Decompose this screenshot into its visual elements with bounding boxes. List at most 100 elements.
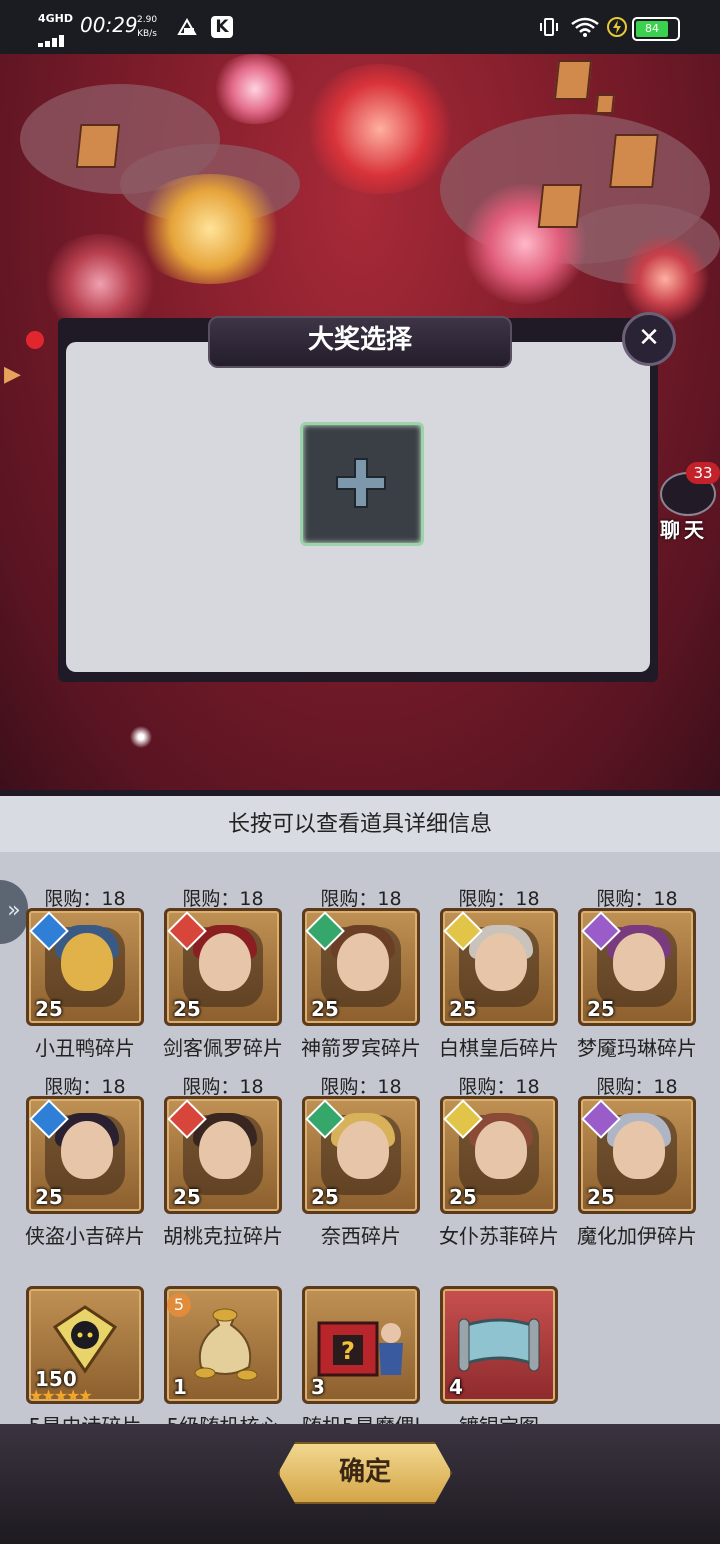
notification-dot bbox=[26, 331, 44, 349]
item-card: 25 bbox=[302, 908, 420, 1026]
robin-portrait bbox=[337, 933, 389, 991]
item-card: ? 3 bbox=[302, 1286, 420, 1404]
item-walnut-kela-shard[interactable]: 限购：18 25 胡桃克拉碎片 bbox=[158, 1072, 288, 1249]
item-card: 25 bbox=[578, 1096, 696, 1214]
modal-title: 大奖选择 bbox=[208, 316, 512, 368]
item-card: 25 bbox=[440, 1096, 558, 1214]
item-name: 魔化加伊碎片 bbox=[577, 1224, 697, 1248]
item-card: 25 bbox=[164, 1096, 282, 1214]
naixi-portrait bbox=[337, 1121, 389, 1179]
add-prize-slot[interactable] bbox=[300, 422, 424, 546]
status-bar: 4GHD 00:29 2.90 KB/s K 84 bbox=[0, 0, 720, 54]
signal-icon bbox=[38, 28, 72, 47]
item-count: 25 bbox=[449, 997, 477, 1021]
item-card: 5 1 bbox=[164, 1286, 282, 1404]
item-count: 1 bbox=[173, 1375, 187, 1399]
item-name: 小丑鸭碎片 bbox=[35, 1036, 135, 1060]
purchase-limit: 限购：18 bbox=[44, 1076, 126, 1098]
mystery-box-icon: ? bbox=[317, 1321, 403, 1377]
charging-icon bbox=[607, 17, 627, 37]
gai-portrait bbox=[613, 1121, 665, 1179]
firework bbox=[210, 54, 300, 124]
marlin-portrait bbox=[613, 933, 665, 991]
svg-text:?: ? bbox=[341, 1337, 355, 1365]
expand-arrow-icon[interactable]: ▶ bbox=[4, 362, 21, 387]
cat-portrait bbox=[199, 933, 251, 991]
item-maid-sophie-shard[interactable]: 限购：18 25 女仆苏菲碎片 bbox=[434, 1072, 564, 1249]
item-archer-robin-shard[interactable]: 限购：18 25 神箭罗宾碎片 bbox=[296, 884, 426, 1061]
item-silver-treasure-map[interactable]: 4 镀银宝图 bbox=[434, 1286, 564, 1439]
item-count: 25 bbox=[173, 997, 201, 1021]
item-count: 25 bbox=[587, 997, 615, 1021]
purchase-limit: 限购：18 bbox=[44, 888, 126, 910]
item-count: 25 bbox=[173, 1185, 201, 1209]
item-swordsman-pero-shard[interactable]: 限购：18 25 剑客佩罗碎片 bbox=[158, 884, 288, 1061]
item-name: 女仆苏菲碎片 bbox=[439, 1224, 559, 1248]
item-level5-random-core[interactable]: 5 1 5级随机核心 bbox=[158, 1286, 288, 1439]
item-count: 4 bbox=[449, 1375, 463, 1399]
wifi-icon bbox=[571, 17, 599, 37]
sky-lantern bbox=[594, 94, 616, 114]
panel-hint: 长按可以查看道具详细信息 bbox=[0, 796, 720, 852]
item-count: 25 bbox=[35, 997, 63, 1021]
sky-lantern bbox=[609, 134, 659, 188]
purchase-limit: 限购：18 bbox=[596, 888, 678, 910]
item-count: 25 bbox=[449, 1185, 477, 1209]
item-name: 侠盗小吉碎片 bbox=[25, 1224, 145, 1248]
item-card: 25 bbox=[302, 1096, 420, 1214]
item-name: 梦魇玛琳碎片 bbox=[577, 1036, 697, 1060]
item-card: 25 bbox=[164, 908, 282, 1026]
coin-bag-icon bbox=[194, 1308, 258, 1381]
network-indicator: 4GHD bbox=[38, 12, 74, 25]
item-count: 3 bbox=[311, 1375, 325, 1399]
star-rating: ★★★★★ bbox=[29, 1386, 93, 1405]
scroll-map-icon bbox=[458, 1318, 540, 1372]
chat-button[interactable]: 33 聊天 bbox=[658, 462, 720, 542]
purchase-limit: 限购：18 bbox=[458, 888, 540, 910]
battery-level: 84 bbox=[636, 21, 668, 37]
sky-lantern bbox=[553, 60, 593, 100]
item-count: 25 bbox=[35, 1185, 63, 1209]
item-name: 白棋皇后碎片 bbox=[439, 1036, 559, 1060]
item-card: 25 bbox=[578, 908, 696, 1026]
item-random-5star-puppet[interactable]: ? 3 随机5星魔偶l bbox=[296, 1286, 426, 1439]
purchase-limit: 限购：18 bbox=[596, 1076, 678, 1098]
purchase-limit: 限购：18 bbox=[458, 1076, 540, 1098]
purchase-limit: 限购：18 bbox=[182, 1076, 264, 1098]
item-name: 剑客佩罗碎片 bbox=[163, 1036, 283, 1060]
item-card: 25 bbox=[26, 908, 144, 1026]
sky-lantern bbox=[75, 124, 121, 168]
item-name: 神箭罗宾碎片 bbox=[301, 1036, 421, 1060]
purchase-limit: 限购：18 bbox=[320, 1076, 402, 1098]
item-5star-epic-shard[interactable]: 150 ★★★★★ 5星史诗碎片 bbox=[20, 1286, 150, 1439]
item-white-queen-shard[interactable]: 限购：18 25 白棋皇后碎片 bbox=[434, 884, 564, 1061]
item-card: 25 bbox=[26, 1096, 144, 1214]
clock: 00:29 bbox=[80, 13, 138, 37]
chat-label: 聊天 bbox=[660, 518, 708, 542]
k-app-icon: K bbox=[211, 16, 233, 38]
sky-lantern bbox=[537, 184, 583, 228]
net-speed: 2.90 KB/s bbox=[137, 15, 158, 39]
confirm-button[interactable]: 确定 bbox=[278, 1442, 452, 1504]
item-clown-duck-shard[interactable]: 限购：18 25 小丑鸭碎片 bbox=[20, 884, 150, 1061]
sophie-portrait bbox=[475, 1121, 527, 1179]
item-card: 150 ★★★★★ bbox=[26, 1286, 144, 1405]
item-naixi-shard[interactable]: 限购：18 25 奈西碎片 bbox=[296, 1072, 426, 1249]
duck-portrait bbox=[61, 933, 113, 991]
purchase-limit: 限购：18 bbox=[320, 888, 402, 910]
item-count: 25 bbox=[587, 1185, 615, 1209]
item-corrupted-gai-shard[interactable]: 限购：18 25 魔化加伊碎片 bbox=[572, 1072, 702, 1249]
item-thief-xiaoji-shard[interactable]: 限购：18 25 侠盗小吉碎片 bbox=[20, 1072, 150, 1249]
item-name: 胡桃克拉碎片 bbox=[163, 1224, 283, 1248]
item-nightmare-marlin-shard[interactable]: 限购：18 25 梦魇玛琳碎片 bbox=[572, 884, 702, 1061]
sparkle bbox=[128, 724, 154, 750]
thief-portrait bbox=[61, 1121, 113, 1179]
level-badge: 5 bbox=[167, 1293, 191, 1317]
item-name: 奈西碎片 bbox=[321, 1224, 401, 1248]
data-saver-icon bbox=[177, 17, 197, 35]
vibrate-icon bbox=[540, 18, 558, 36]
close-button[interactable]: ✕ bbox=[622, 312, 676, 366]
firework bbox=[300, 64, 460, 194]
item-card: 25 bbox=[440, 908, 558, 1026]
gem-hooded-figure-icon bbox=[52, 1305, 118, 1374]
